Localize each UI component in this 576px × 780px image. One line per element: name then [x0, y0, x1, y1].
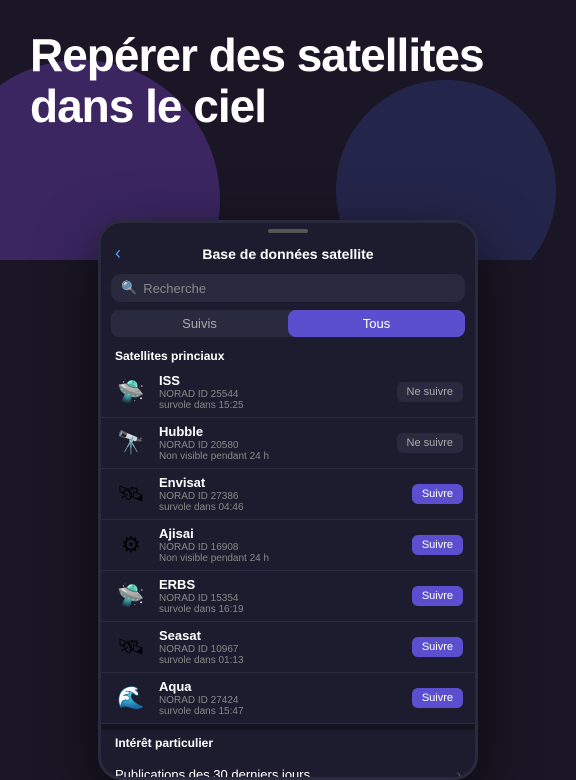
follow-button-hubble[interactable]: Ne suivre: [397, 433, 463, 453]
category-label: Publications des 30 derniers jours: [115, 767, 456, 780]
list-item: 🛰 Envisat NORAD ID 27386 survole dans 04…: [101, 469, 475, 520]
sat-time: survole dans 04:46: [159, 502, 412, 513]
sat-time: survole dans 15:25: [159, 400, 397, 411]
sat-norad: NORAD ID 10967: [159, 644, 412, 655]
sat-icon-ajisai: ⚙: [113, 527, 149, 563]
follow-button-envisat[interactable]: Suivre: [412, 484, 463, 504]
tab-suivis[interactable]: Suivis: [111, 310, 288, 337]
sat-norad: NORAD ID 27386: [159, 491, 412, 502]
follow-button-iss[interactable]: Ne suivre: [397, 382, 463, 402]
sat-time: survole dans 15:47: [159, 706, 412, 717]
sat-icon-iss: 🛸: [113, 374, 149, 410]
chevron-right-icon: ›: [456, 766, 461, 780]
satellite-list: 🛸 ISS NORAD ID 25544 survole dans 15:25 …: [101, 367, 475, 724]
tab-tous[interactable]: Tous: [288, 310, 465, 337]
list-item: 🛰 Seasat NORAD ID 10967 survole dans 01:…: [101, 622, 475, 673]
sat-name: ISS: [159, 373, 397, 388]
sat-info-ajisai: Ajisai NORAD ID 16908 Non visible pendan…: [159, 526, 412, 564]
sat-info-hubble: Hubble NORAD ID 20580 Non visible pendan…: [159, 424, 397, 462]
back-button[interactable]: ‹: [115, 243, 139, 264]
sat-name: Aqua: [159, 679, 412, 694]
sat-name: Seasat: [159, 628, 412, 643]
sat-norad: NORAD ID 15354: [159, 593, 412, 604]
sat-icon-hubble: 🔭: [113, 425, 149, 461]
sat-info-iss: ISS NORAD ID 25544 survole dans 15:25: [159, 373, 397, 411]
sat-info-aqua: Aqua NORAD ID 27424 survole dans 15:47: [159, 679, 412, 717]
sat-icon-envisat: 🛰: [113, 476, 149, 512]
nav-bar: ‹ Base de données satellite: [101, 233, 475, 270]
device-mockup: ‹ Base de données satellite 🔍 Recherche …: [98, 220, 478, 780]
sat-name: ERBS: [159, 577, 412, 592]
sat-norad: NORAD ID 20580: [159, 440, 397, 451]
sat-norad: NORAD ID 16908: [159, 542, 412, 553]
sat-icon-seasat: 🛰: [113, 629, 149, 665]
nav-title: Base de données satellite: [139, 246, 437, 262]
sat-time: survole dans 01:13: [159, 655, 412, 666]
sat-time: Non visible pendant 24 h: [159, 451, 397, 462]
list-item: 🌊 Aqua NORAD ID 27424 survole dans 15:47…: [101, 673, 475, 724]
sat-norad: NORAD ID 27424: [159, 695, 412, 706]
sat-name: Envisat: [159, 475, 412, 490]
hero-title: Repérer des satellites dans le ciel: [30, 30, 546, 131]
sat-info-envisat: Envisat NORAD ID 27386 survole dans 04:4…: [159, 475, 412, 513]
follow-button-aqua[interactable]: Suivre: [412, 688, 463, 708]
sat-norad: NORAD ID 25544: [159, 389, 397, 400]
list-item: 🛸 ISS NORAD ID 25544 survole dans 15:25 …: [101, 367, 475, 418]
follow-button-erbs[interactable]: Suivre: [412, 586, 463, 606]
search-bar[interactable]: 🔍 Recherche: [111, 274, 465, 302]
sat-name: Ajisai: [159, 526, 412, 541]
sat-info-seasat: Seasat NORAD ID 10967 survole dans 01:13: [159, 628, 412, 666]
sat-info-erbs: ERBS NORAD ID 15354 survole dans 16:19: [159, 577, 412, 615]
sat-time: Non visible pendant 24 h: [159, 553, 412, 564]
category-item[interactable]: Publications des 30 derniers jours ›: [101, 754, 475, 780]
sat-icon-aqua: 🌊: [113, 680, 149, 716]
tab-bar: Suivis Tous: [111, 310, 465, 337]
sat-icon-erbs: 🛸: [113, 578, 149, 614]
follow-button-seasat[interactable]: Suivre: [412, 637, 463, 657]
sat-name: Hubble: [159, 424, 397, 439]
follow-button-ajisai[interactable]: Suivre: [412, 535, 463, 555]
search-icon: 🔍: [121, 280, 137, 296]
app-screen: ‹ Base de données satellite 🔍 Recherche …: [101, 233, 475, 780]
list-item: ⚙ Ajisai NORAD ID 16908 Non visible pend…: [101, 520, 475, 571]
list-item: 🛸 ERBS NORAD ID 15354 survole dans 16:19…: [101, 571, 475, 622]
list-item: 🔭 Hubble NORAD ID 20580 Non visible pend…: [101, 418, 475, 469]
sat-time: survole dans 16:19: [159, 604, 412, 615]
interest-section-header: Intérêt particulier: [101, 730, 475, 754]
search-input[interactable]: Recherche: [143, 281, 206, 296]
hero-section: Repérer des satellites dans le ciel: [30, 30, 546, 131]
section-header-principaux: Satellites princiaux: [101, 345, 475, 367]
